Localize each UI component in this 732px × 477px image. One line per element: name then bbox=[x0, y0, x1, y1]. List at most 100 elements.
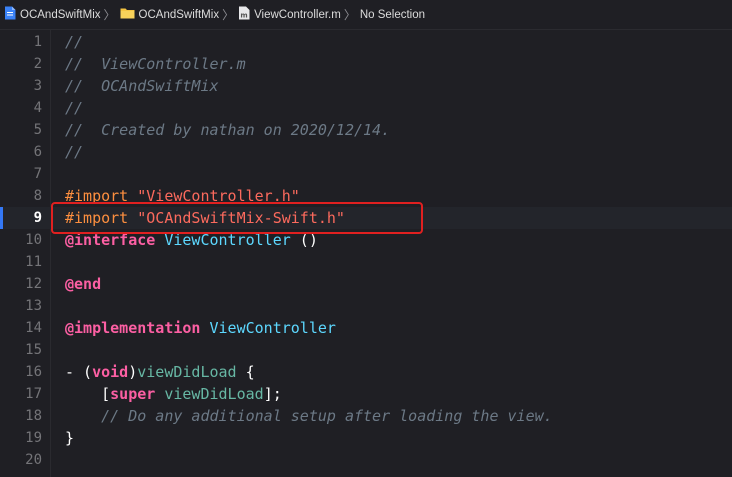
line-number: 3 bbox=[33, 78, 42, 94]
code-line[interactable]: 12 @end bbox=[0, 273, 732, 295]
line-number: 19 bbox=[25, 430, 42, 446]
code-token: viewDidLoad bbox=[164, 385, 264, 403]
line-number: 2 bbox=[33, 56, 42, 72]
code-token: void bbox=[92, 363, 129, 381]
code-text: // ViewController.m bbox=[65, 53, 246, 75]
code-line[interactable]: 11 bbox=[0, 251, 732, 273]
line-number: 16 bbox=[25, 364, 42, 380]
code-line[interactable]: 13 bbox=[0, 295, 732, 317]
code-line[interactable]: 5 // Created by nathan on 2020/12/14. bbox=[0, 119, 732, 141]
line-number: 13 bbox=[25, 298, 42, 314]
code-token: // Created by nathan on 2020/12/14. bbox=[65, 121, 391, 139]
code-token: ViewController bbox=[209, 319, 336, 337]
code-token: // ViewController.m bbox=[65, 55, 246, 73]
breadcrumb-label: No Selection bbox=[359, 8, 426, 21]
code-text: #import "ViewController.h" bbox=[65, 185, 300, 207]
chevron-right-icon: 〉 bbox=[222, 8, 235, 22]
breadcrumb-label: OCAndSwiftMix bbox=[138, 8, 220, 21]
code-line[interactable]: 1 // bbox=[0, 31, 732, 53]
code-token: // bbox=[65, 33, 84, 51]
code-text: // bbox=[65, 31, 83, 53]
line-number: 1 bbox=[33, 34, 42, 50]
code-text: // bbox=[65, 141, 83, 163]
code-line[interactable]: 9 #import "OCAndSwiftMix-Swift.h" bbox=[0, 207, 732, 229]
code-token: @interface bbox=[65, 231, 156, 249]
line-number: 15 bbox=[25, 342, 42, 358]
code-text: @end bbox=[65, 273, 101, 295]
code-line[interactable]: 8 #import "ViewController.h" bbox=[0, 185, 732, 207]
code-text: #import "OCAndSwiftMix-Swift.h" bbox=[65, 207, 345, 229]
line-number: 11 bbox=[25, 254, 42, 270]
code-text: // Do any additional setup after loading… bbox=[65, 405, 553, 427]
code-text: [super viewDidLoad]; bbox=[65, 383, 282, 405]
folder-icon bbox=[120, 7, 135, 22]
code-token: ]; bbox=[263, 385, 282, 403]
code-token: // Do any additional setup after loading… bbox=[101, 407, 553, 425]
code-token: super bbox=[110, 385, 156, 403]
code-token: ) bbox=[128, 363, 138, 381]
code-token: } bbox=[65, 429, 75, 447]
breadcrumb-file[interactable]: m ViewController.m bbox=[238, 6, 341, 23]
breadcrumb-selection[interactable]: No Selection bbox=[360, 9, 425, 21]
line-number: 20 bbox=[25, 452, 42, 468]
code-token: - ( bbox=[65, 363, 93, 381]
line-number: 9 bbox=[33, 210, 42, 226]
breadcrumb-group[interactable]: OCAndSwiftMix bbox=[120, 7, 220, 22]
code-line[interactable]: 7 bbox=[0, 163, 732, 185]
code-token: [ bbox=[65, 385, 111, 403]
code-line[interactable]: 17 [super viewDidLoad]; bbox=[0, 383, 732, 405]
code-token: () bbox=[290, 231, 318, 249]
code-line[interactable]: 3 // OCAndSwiftMix bbox=[0, 75, 732, 97]
project-file-icon bbox=[4, 6, 16, 23]
line-number: 7 bbox=[33, 166, 42, 182]
chevron-right-icon: 〉 bbox=[103, 8, 116, 22]
code-token: // bbox=[65, 143, 84, 161]
code-text: @interface ViewController () bbox=[65, 229, 318, 251]
line-number: 14 bbox=[25, 320, 42, 336]
source-editor[interactable]: 1 // 2 // ViewController.m 3 // OCAndSwiftMix… bbox=[0, 30, 732, 477]
code-text: - (void)viewDidLoad { bbox=[65, 361, 255, 383]
svg-text:m: m bbox=[240, 12, 247, 20]
line-number: 5 bbox=[33, 122, 42, 138]
code-line[interactable]: 18 // Do any additional setup after load… bbox=[0, 405, 732, 427]
breadcrumb-project[interactable]: OCAndSwiftMix bbox=[4, 6, 101, 23]
code-token: // OCAndSwiftMix bbox=[65, 77, 219, 95]
code-token: viewDidLoad bbox=[137, 363, 237, 381]
code-line[interactable]: 6 // bbox=[0, 141, 732, 163]
code-token: #import bbox=[65, 187, 138, 205]
line-number: 6 bbox=[33, 144, 42, 160]
line-number: 10 bbox=[25, 232, 42, 248]
code-text: @implementation ViewController bbox=[65, 317, 336, 339]
line-number: 4 bbox=[33, 100, 42, 116]
code-token: "ViewController.h" bbox=[137, 187, 300, 205]
jump-bar: OCAndSwiftMix 〉 OCAndSwiftMix 〉 m ViewCo… bbox=[0, 0, 732, 30]
code-text: // Created by nathan on 2020/12/14. bbox=[65, 119, 390, 141]
code-token: { bbox=[236, 363, 255, 381]
code-line[interactable]: 14 @implementation ViewController bbox=[0, 317, 732, 339]
code-line[interactable]: 16 - (void)viewDidLoad { bbox=[0, 361, 732, 383]
code-line[interactable]: 15 bbox=[0, 339, 732, 361]
code-text: // OCAndSwiftMix bbox=[65, 75, 219, 97]
code-token: #import bbox=[65, 209, 138, 227]
code-line[interactable]: 4 // bbox=[0, 97, 732, 119]
line-number: 18 bbox=[25, 408, 42, 424]
code-token: @end bbox=[65, 275, 102, 293]
code-token: ViewController bbox=[164, 231, 291, 249]
code-line[interactable]: 20 bbox=[0, 449, 732, 471]
xcode-editor-window: OCAndSwiftMix 〉 OCAndSwiftMix 〉 m ViewCo… bbox=[0, 0, 732, 477]
code-text: } bbox=[65, 427, 74, 449]
code-text: // bbox=[65, 97, 83, 119]
line-number: 12 bbox=[25, 276, 42, 292]
code-line[interactable]: 19} bbox=[0, 427, 732, 449]
line-number: 17 bbox=[25, 386, 42, 402]
line-number: 8 bbox=[33, 188, 42, 204]
code-token: // bbox=[65, 99, 84, 117]
breadcrumb-label: OCAndSwiftMix bbox=[20, 8, 101, 21]
code-line[interactable]: 10 @interface ViewController () bbox=[0, 229, 732, 251]
breadcrumb-label: ViewController.m bbox=[254, 8, 341, 21]
code-line[interactable]: 2 // ViewController.m bbox=[0, 53, 732, 75]
